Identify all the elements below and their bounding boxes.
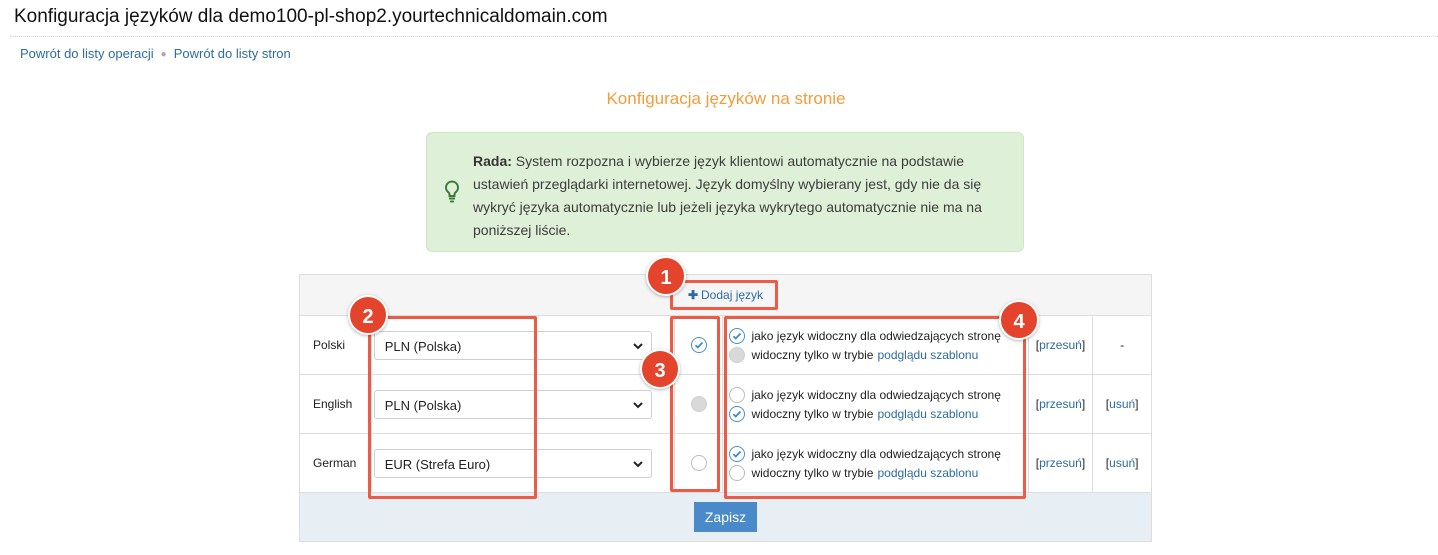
back-to-operations-link[interactable]: Powrót do listy operacji (20, 46, 154, 61)
highlight-currency-column (368, 316, 537, 499)
highlight-default-column (670, 316, 720, 492)
highlight-visibility-column (724, 316, 1026, 499)
move-link[interactable]: przesuń (1039, 397, 1082, 411)
annotation-badge-3: 3 (640, 349, 680, 389)
tip-label: Rada: (473, 153, 512, 169)
breadcrumb: Powrót do listy operacji ● Powrót do listy… (20, 46, 291, 61)
back-to-pages-link[interactable]: Powrót do listy stron (174, 46, 291, 61)
section-heading: Konfiguracja języków na stronie (606, 89, 846, 108)
tip-body: System rozpozna i wybierze język kliento… (473, 153, 982, 238)
chevron-down-icon (633, 342, 643, 349)
move-link[interactable]: przesuń (1039, 338, 1082, 352)
chevron-down-icon (633, 460, 643, 467)
lightbulb-icon (445, 180, 459, 203)
annotation-badge-1: 1 (646, 256, 686, 296)
chevron-down-icon (633, 401, 643, 408)
move-link[interactable]: przesuń (1039, 456, 1082, 470)
page-title: Konfiguracja języków dla demo100-pl-shop… (14, 6, 608, 27)
language-name: English (299, 374, 372, 434)
table-footer-row: Zapisz (299, 492, 1152, 542)
language-name: German (299, 433, 372, 493)
tip-text: Rada: System rozpozna i wybierze język k… (473, 150, 1013, 242)
save-button[interactable]: Zapisz (693, 502, 758, 532)
delete-placeholder: - (1092, 315, 1152, 375)
tip-box: Rada: System rozpozna i wybierze język k… (426, 132, 1024, 252)
delete-link[interactable]: usuń (1109, 397, 1135, 411)
breadcrumb-separator: ● (160, 49, 167, 60)
annotation-badge-4: 4 (999, 300, 1039, 340)
highlight-add-language (670, 280, 778, 310)
annotation-badge-2: 2 (348, 295, 388, 335)
title-divider (10, 36, 1438, 37)
delete-link[interactable]: usuń (1109, 456, 1135, 470)
